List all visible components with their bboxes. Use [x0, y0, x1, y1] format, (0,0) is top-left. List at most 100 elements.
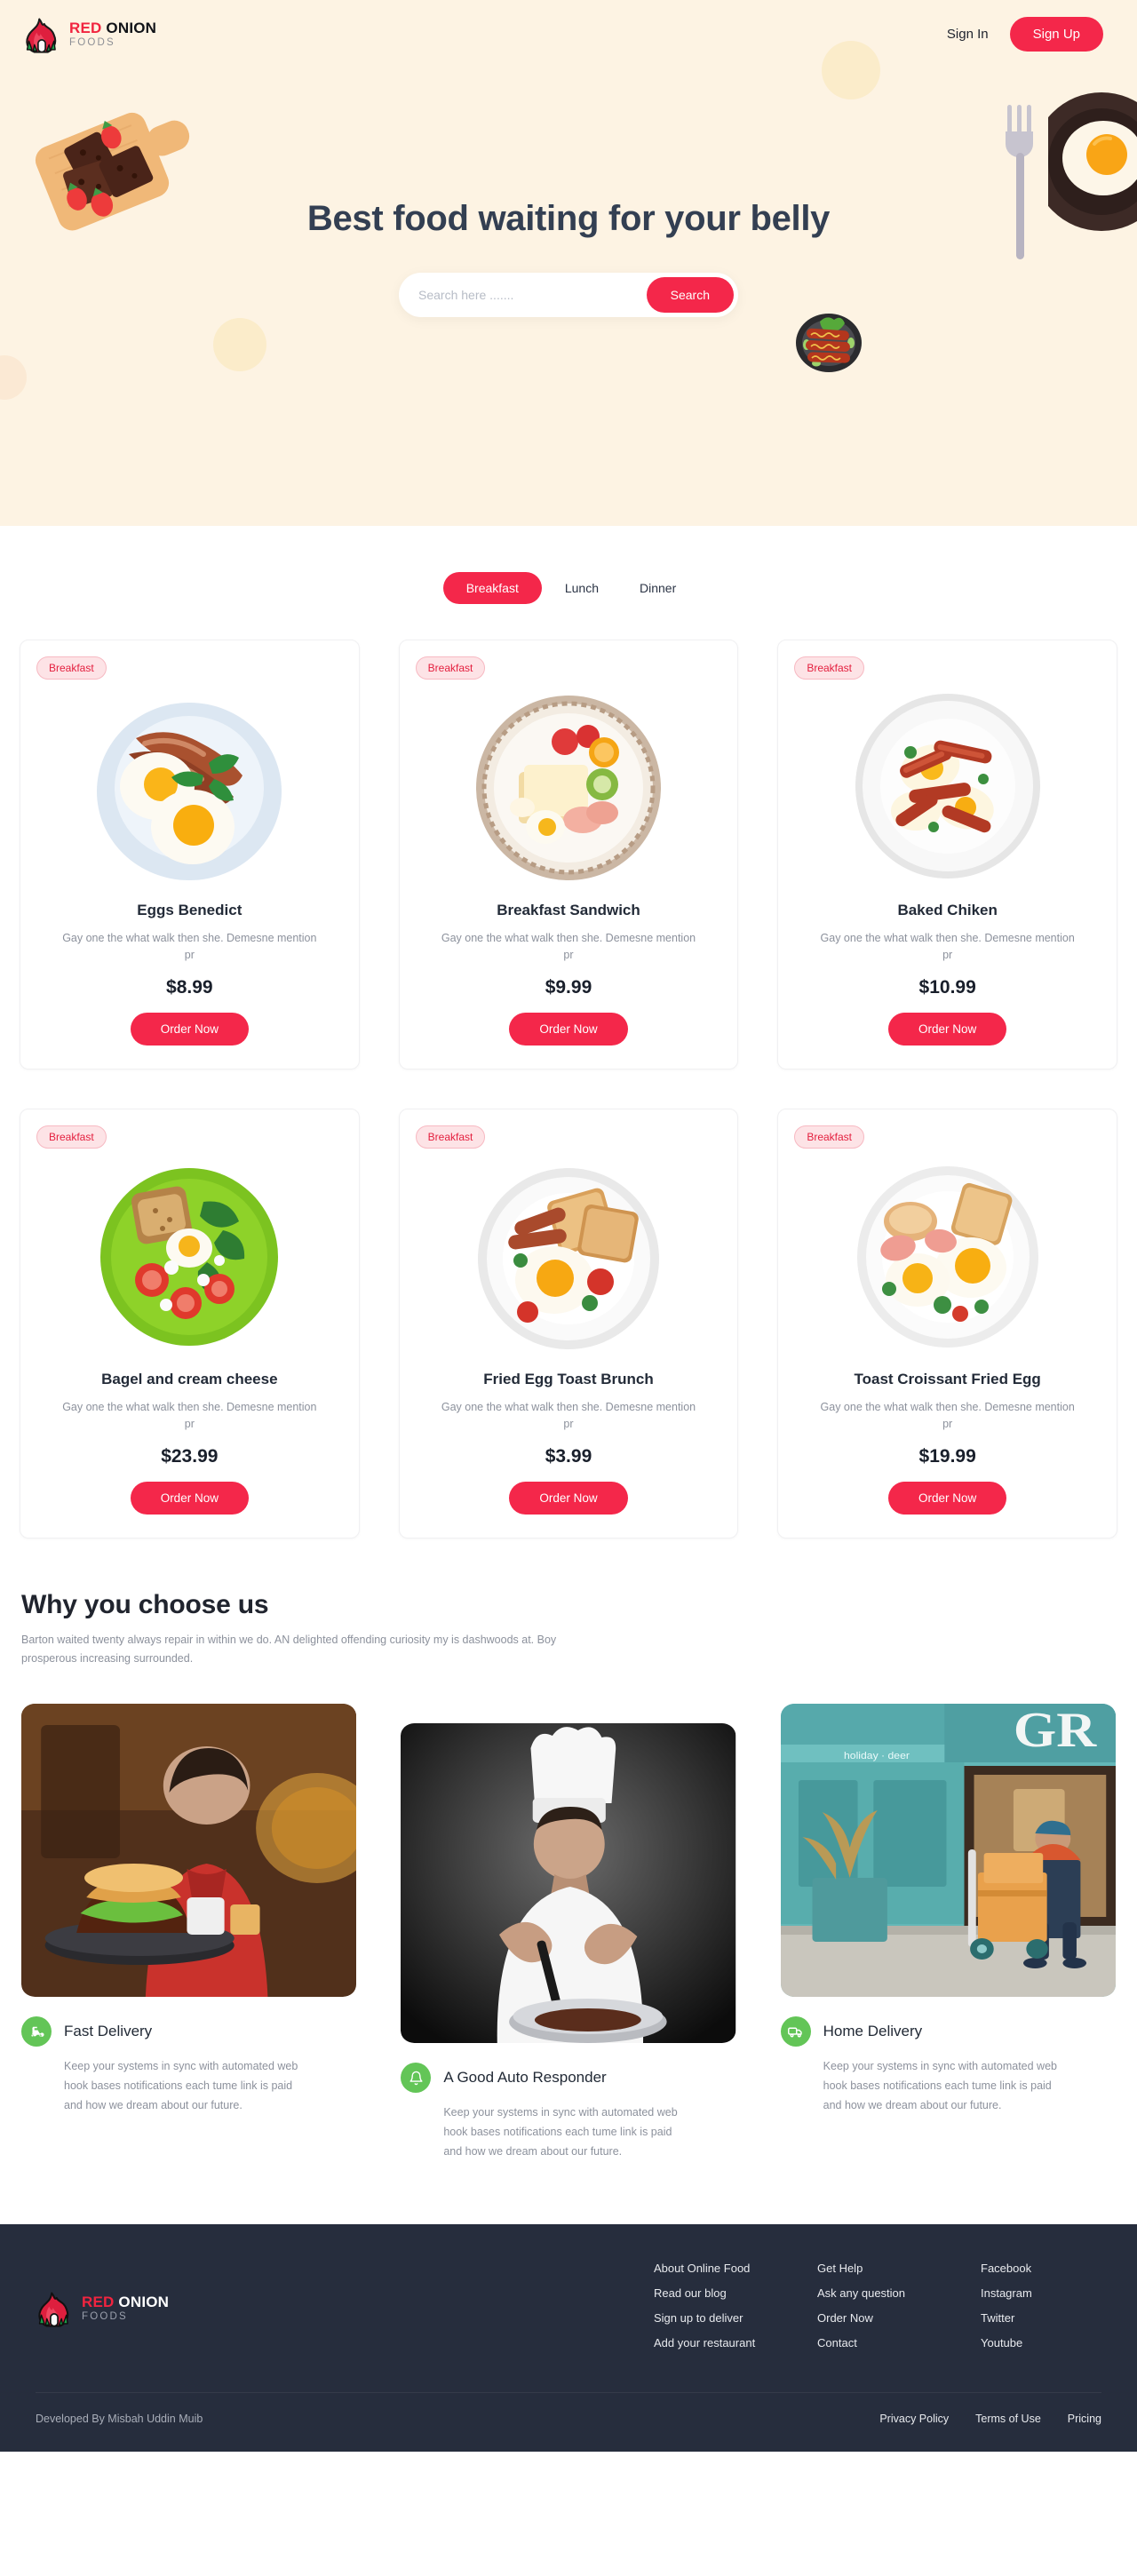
- feature-item: GR holiday · deer Home Delivery Keep you…: [780, 1704, 1116, 2116]
- category-badge: Breakfast: [794, 1125, 865, 1149]
- feature-header: A Good Auto Responder: [401, 2063, 735, 2093]
- feature-title: Fast Delivery: [64, 2023, 153, 2039]
- feature-item: Fast Delivery Keep your systems in sync …: [21, 1704, 357, 2116]
- footer-link-sign-up-to-deliver[interactable]: Sign up to deliver: [654, 2311, 760, 2325]
- brand-tagline: FOODS: [69, 37, 115, 49]
- fork-icon: [1006, 105, 1033, 259]
- scooter-icon: [21, 2016, 52, 2047]
- order-now-button[interactable]: Order Now: [130, 1012, 249, 1046]
- footer-brand-name-red: RED: [82, 2294, 115, 2311]
- category-tabs: Breakfast Lunch Dinner: [0, 572, 1137, 604]
- order-now-button[interactable]: Order Now: [509, 1481, 628, 1515]
- category-badge: Breakfast: [415, 1125, 486, 1149]
- food-card-grid: Breakfast Eggs Benedict Gay one the what…: [0, 604, 1137, 1538]
- truck-icon: [780, 2016, 811, 2047]
- svg-text:holiday · deer: holiday · deer: [844, 1751, 910, 1761]
- feature-grid: Fast Delivery Keep your systems in sync …: [21, 1704, 1116, 2162]
- food-card[interactable]: Breakfast: [20, 1108, 360, 1538]
- search-input[interactable]: [418, 288, 647, 302]
- food-price: $23.99: [161, 1445, 219, 1467]
- courier-storefront-image: GR holiday · deer: [780, 1704, 1116, 1997]
- brand-logo[interactable]: RED ONION FOODS: [23, 14, 156, 53]
- footer-top: RED ONION FOODS About Online Food Read o…: [36, 2262, 1101, 2349]
- sign-in-button[interactable]: Sign In: [947, 27, 989, 42]
- bell-icon: [401, 2063, 432, 2093]
- tab-lunch[interactable]: Lunch: [547, 572, 616, 604]
- feature-description: Keep your systems in sync with automated…: [64, 2060, 298, 2111]
- search-button[interactable]: Search: [646, 277, 734, 313]
- food-price: $9.99: [545, 976, 592, 998]
- food-card[interactable]: Breakfast Breakfast Sandwich Gay one the…: [398, 640, 739, 1069]
- why-choose-us-section: Why you choose us Barton waited twenty a…: [0, 1538, 1137, 2162]
- footer-link-facebook[interactable]: Facebook: [981, 2262, 1087, 2275]
- food-card[interactable]: Breakfast: [20, 640, 360, 1069]
- order-now-button[interactable]: Order Now: [888, 1481, 1007, 1515]
- footer-link-get-help[interactable]: Get Help: [817, 2262, 924, 2275]
- food-description: Gay one the what walk then she. Demesne …: [62, 932, 317, 962]
- feature-header: Fast Delivery: [21, 2016, 356, 2047]
- footer-link-read-our-blog[interactable]: Read our blog: [654, 2286, 760, 2300]
- feature-description: Keep your systems in sync with automated…: [823, 2060, 1057, 2111]
- hero-section: RED ONION FOODS Sign In Sign Up Best foo…: [0, 0, 1137, 526]
- order-now-button[interactable]: Order Now: [130, 1481, 249, 1515]
- food-price: $10.99: [918, 976, 976, 998]
- section-subtitle: Barton waited twenty always repair in wi…: [21, 1633, 557, 1665]
- feature-description: Keep your systems in sync with automated…: [443, 2106, 678, 2158]
- footer-link-add-your-restaurant[interactable]: Add your restaurant: [654, 2336, 760, 2349]
- order-now-button[interactable]: Order Now: [888, 1012, 1007, 1046]
- footer-column-social: Facebook Instagram Twitter Youtube: [981, 2262, 1087, 2349]
- legal-link-terms-of-use[interactable]: Terms of Use: [975, 2413, 1041, 2425]
- decorative-blob-left: [213, 318, 266, 371]
- food-title: Baked Chiken: [897, 902, 998, 918]
- tab-dinner[interactable]: Dinner: [622, 572, 694, 604]
- footer-link-order-now[interactable]: Order Now: [817, 2311, 924, 2325]
- food-card[interactable]: Breakfast: [777, 1108, 1117, 1538]
- category-badge: Breakfast: [36, 1125, 107, 1149]
- food-card[interactable]: Breakfast: [777, 640, 1117, 1069]
- footer-link-contact[interactable]: Contact: [817, 2336, 924, 2349]
- footer-link-about-online-food[interactable]: About Online Food: [654, 2262, 760, 2275]
- feature-item: A Good Auto Responder Keep your systems …: [401, 1723, 736, 2162]
- breakfast-sandwich-plate-image: [475, 696, 661, 880]
- food-description: Gay one the what walk then she. Demesne …: [441, 1400, 696, 1431]
- svg-text:GR: GR: [1014, 1704, 1098, 1757]
- food-price: $8.99: [166, 976, 213, 998]
- toast-croissant-egg-image: [856, 1165, 1038, 1348]
- footer-link-twitter[interactable]: Twitter: [981, 2311, 1087, 2325]
- onion-flame-logo-icon: [38, 2292, 69, 2327]
- sausage-pan-icon: [796, 314, 862, 372]
- footer-link-instagram[interactable]: Instagram: [981, 2286, 1087, 2300]
- category-badge: Breakfast: [415, 656, 486, 680]
- order-now-button[interactable]: Order Now: [509, 1012, 628, 1046]
- food-title: Eggs Benedict: [137, 902, 243, 918]
- footer-link-youtube[interactable]: Youtube: [981, 2336, 1087, 2349]
- feature-header: Home Delivery: [780, 2016, 1116, 2047]
- food-description: Gay one the what walk then she. Demesne …: [441, 932, 696, 962]
- menu-section: Breakfast Lunch Dinner Breakfast Eggs Be…: [0, 526, 1137, 1538]
- hero-title: Best food waiting for your belly: [306, 199, 831, 238]
- footer-column-company: About Online Food Read our blog Sign up …: [654, 2262, 760, 2349]
- onion-flame-logo-icon: [26, 18, 57, 53]
- top-navigation: RED ONION FOODS Sign In Sign Up: [0, 0, 1137, 53]
- decorative-blob-edge: [0, 355, 27, 400]
- footer-brand-logo[interactable]: RED ONION FOODS: [36, 2262, 169, 2349]
- legal-link-privacy-policy[interactable]: Privacy Policy: [879, 2413, 949, 2425]
- footer-link-ask-any-question[interactable]: Ask any question: [817, 2286, 924, 2300]
- food-price: $3.99: [545, 1445, 592, 1467]
- food-title: Fried Egg Toast Brunch: [483, 1370, 654, 1387]
- fried-egg-toast-image: [477, 1167, 659, 1349]
- section-title: Why you choose us: [21, 1589, 269, 1619]
- baked-chicken-bowl-image: [855, 694, 1040, 879]
- food-description: Gay one the what walk then she. Demesne …: [820, 932, 1075, 962]
- footer-column-support: Get Help Ask any question Order Now Cont…: [817, 2262, 924, 2349]
- legal-link-pricing[interactable]: Pricing: [1068, 2413, 1101, 2425]
- brand-name-red: RED: [69, 20, 102, 37]
- food-title: Bagel and cream cheese: [101, 1370, 278, 1387]
- sign-up-button[interactable]: Sign Up: [1009, 16, 1103, 52]
- feature-title: A Good Auto Responder: [443, 2069, 607, 2086]
- footer-brand-name-light: ONION: [114, 2294, 170, 2311]
- footer-link-columns: About Online Food Read our blog Sign up …: [654, 2262, 1101, 2349]
- food-card[interactable]: Breakfast: [398, 1108, 739, 1538]
- tab-breakfast[interactable]: Breakfast: [442, 572, 542, 604]
- category-badge: Breakfast: [794, 656, 865, 680]
